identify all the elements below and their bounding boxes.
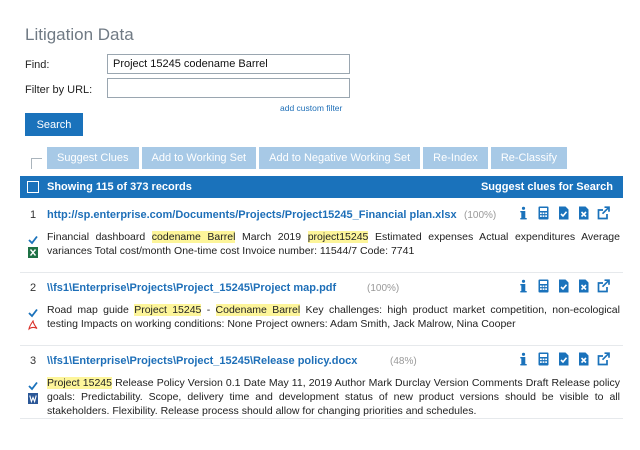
suggest-clues-button[interactable]: Suggest Clues (47, 147, 139, 169)
find-input[interactable] (107, 54, 350, 74)
highlighted-term: Codename Barrel (215, 304, 301, 316)
calculator-icon[interactable] (537, 206, 550, 220)
document-delete-icon[interactable] (577, 352, 590, 366)
records-count: Showing 115 of 373 records (47, 181, 192, 193)
find-label: Find: (25, 59, 50, 71)
results-header: Showing 115 of 373 records Suggest clues… (20, 176, 623, 198)
result-number: 3 (30, 355, 37, 367)
check-icon (28, 305, 38, 318)
highlighted-term: project15245 (307, 231, 369, 243)
suggest-clues-for-search-link[interactable]: Suggest clues for Search (481, 181, 613, 193)
result-url-link[interactable]: \\fs1\Enterprise\Projects\Project_15245\… (47, 355, 357, 367)
snippet-text: March 2019 (235, 231, 308, 243)
snippet-text: Release Policy Version 0.1 Date May 11, … (47, 377, 620, 417)
check-icon (28, 378, 38, 391)
search-button[interactable]: Search (25, 113, 83, 136)
result-item: 3 \\fs1\Enterprise\Projects\Project_15245… (20, 352, 623, 419)
relevance-score: (100%) (464, 210, 497, 221)
highlighted-term: Project 15245 (134, 304, 202, 316)
calculator-icon[interactable] (537, 279, 550, 293)
add-custom-filter-link[interactable]: add custom filter (280, 103, 342, 113)
result-number: 1 (30, 209, 37, 221)
result-number: 2 (30, 282, 37, 294)
external-link-icon[interactable] (597, 352, 610, 366)
result-url-link[interactable]: \\fs1\Enterprise\Projects\Project_15245\… (47, 282, 336, 294)
highlighted-term: codename Barrel (151, 231, 236, 243)
select-all-checkbox[interactable] (27, 181, 39, 193)
word-icon (28, 391, 38, 404)
filter-url-input[interactable] (107, 78, 350, 98)
info-icon[interactable] (517, 279, 530, 293)
result-snippet: Financial dashboard codename Barrel Marc… (47, 230, 620, 258)
relevance-score: (100%) (367, 283, 400, 294)
document-delete-icon[interactable] (577, 206, 590, 220)
excel-icon (28, 245, 38, 258)
result-snippet: Project 15245 Release Policy Version 0.1… (47, 376, 620, 418)
add-to-working-set-button[interactable]: Add to Working Set (141, 147, 257, 169)
document-check-icon[interactable] (557, 279, 570, 293)
result-item: 2 \\fs1\Enterprise\Projects\Project_15245… (20, 279, 623, 346)
highlighted-term: Project 15245 (47, 377, 112, 389)
result-item: 1 http://sp.enterprise.com/Documents/Proj… (20, 206, 623, 273)
select-all-connector (31, 158, 42, 169)
add-to-negative-working-set-button[interactable]: Add to Negative Working Set (259, 147, 421, 169)
result-actions (517, 279, 610, 293)
result-snippet: Road map guide Project 15245 - Codename … (47, 303, 620, 331)
external-link-icon[interactable] (597, 206, 610, 220)
snippet-text: Road map guide (47, 304, 135, 316)
action-toolbar: Suggest Clues Add to Working Set Add to … (47, 147, 568, 169)
result-url-link[interactable]: http://sp.enterprise.com/Documents/Proje… (47, 209, 457, 221)
check-icon (28, 232, 38, 245)
re-classify-button[interactable]: Re-Classify (490, 147, 568, 169)
document-check-icon[interactable] (557, 352, 570, 366)
snippet-text: Financial dashboard (47, 231, 152, 243)
result-actions (517, 352, 610, 366)
re-index-button[interactable]: Re-Index (423, 147, 488, 169)
result-actions (517, 206, 610, 220)
pdf-icon (28, 318, 38, 331)
calculator-icon[interactable] (537, 352, 550, 366)
page-title: Litigation Data (25, 25, 134, 44)
document-delete-icon[interactable] (577, 279, 590, 293)
snippet-text: - (201, 304, 216, 316)
relevance-score: (48%) (390, 356, 417, 367)
document-check-icon[interactable] (557, 206, 570, 220)
filter-url-label: Filter by URL: (25, 84, 93, 96)
external-link-icon[interactable] (597, 279, 610, 293)
info-icon[interactable] (517, 206, 530, 220)
info-icon[interactable] (517, 352, 530, 366)
